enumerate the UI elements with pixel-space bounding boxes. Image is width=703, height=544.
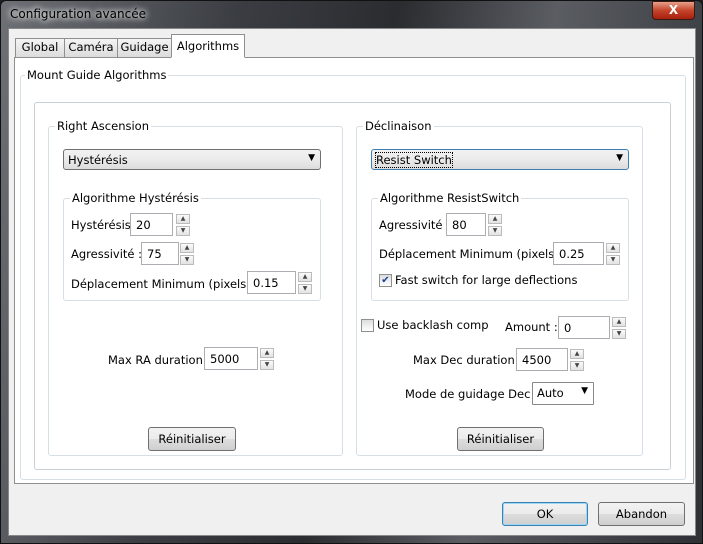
ra-algorithm-value: Hystérésis xyxy=(68,153,128,167)
dec-reset-button[interactable]: Réinitialiser xyxy=(457,427,544,451)
ra-max-label: Max RA duration : xyxy=(108,353,211,367)
backlash-checkbox[interactable] xyxy=(361,319,374,332)
tab-global[interactable]: Global xyxy=(15,38,65,57)
down-arrow-icon[interactable]: ▼ xyxy=(298,284,312,294)
up-arrow-icon[interactable]: ▲ xyxy=(260,348,274,358)
chevron-down-icon: ▼ xyxy=(616,153,623,163)
cancel-button[interactable]: Abandon xyxy=(598,502,685,526)
fast-switch-label: Fast switch for large deflections xyxy=(395,273,578,287)
dec-mode-label: Mode de guidage Dec : xyxy=(405,387,538,401)
amount-input[interactable]: 0 xyxy=(558,316,610,339)
ra-hysteresis-label: Hystérésis : xyxy=(71,218,139,232)
close-button[interactable]: X xyxy=(652,1,695,20)
down-arrow-icon[interactable]: ▼ xyxy=(612,329,626,339)
ra-sub-title: Algorithme Hystérésis xyxy=(70,191,201,205)
ra-title: Right Ascension xyxy=(55,119,151,133)
ra-max-spinner[interactable]: ▲ ▼ xyxy=(260,348,274,370)
down-arrow-icon[interactable]: ▼ xyxy=(260,360,274,370)
dec-mode-value: Auto xyxy=(537,386,564,400)
dec-title: Déclinaison xyxy=(363,119,434,133)
up-arrow-icon[interactable]: ▲ xyxy=(570,349,584,359)
chevron-down-icon: ▼ xyxy=(308,153,315,163)
up-arrow-icon[interactable]: ▲ xyxy=(298,272,312,282)
amount-label: Amount : xyxy=(505,320,558,334)
ra-max-input[interactable]: 5000 xyxy=(204,347,258,370)
chevron-down-icon: ▼ xyxy=(581,386,588,396)
mount-guide-title: Mount Guide Algorithms xyxy=(25,68,169,82)
down-arrow-icon[interactable]: ▼ xyxy=(488,226,502,236)
dec-algorithm-select[interactable]: Resist Switch ▼ xyxy=(371,149,629,170)
dec-sub-title: Algorithme ResistSwitch xyxy=(378,191,522,205)
dec-max-input[interactable]: 4500 xyxy=(516,348,568,371)
ra-aggr-label: Agressivité : xyxy=(71,247,143,261)
dec-min-move-spinner[interactable]: ▲ ▼ xyxy=(606,243,620,265)
up-arrow-icon[interactable]: ▲ xyxy=(180,243,194,253)
window-title: Configuration avancée xyxy=(10,7,146,21)
down-arrow-icon[interactable]: ▼ xyxy=(606,255,620,265)
down-arrow-icon[interactable]: ▼ xyxy=(180,255,194,265)
up-arrow-icon[interactable]: ▲ xyxy=(488,214,502,224)
dec-max-label: Max Dec duration : xyxy=(413,353,523,367)
dec-min-move-label: Déplacement Minimum (pixels) : xyxy=(379,247,567,261)
checkmark-icon: ✔ xyxy=(381,275,390,286)
ok-button[interactable]: OK xyxy=(502,502,588,526)
ra-min-move-label: Déplacement Minimum (pixels) : xyxy=(71,277,259,291)
dec-max-spinner[interactable]: ▲ ▼ xyxy=(570,349,584,371)
ra-hysteresis-input[interactable]: 20 xyxy=(130,213,173,236)
up-arrow-icon[interactable]: ▲ xyxy=(606,243,620,253)
tab-camera[interactable]: Caméra xyxy=(64,38,118,57)
up-arrow-icon[interactable]: ▲ xyxy=(612,317,626,327)
dec-min-move-input[interactable]: 0.25 xyxy=(553,242,604,265)
backlash-label: Use backlash comp xyxy=(377,318,489,332)
ra-min-move-spinner[interactable]: ▲ ▼ xyxy=(298,272,312,294)
up-arrow-icon[interactable]: ▲ xyxy=(176,214,190,224)
ra-min-move-input[interactable]: 0.15 xyxy=(247,271,296,294)
dec-mode-select[interactable]: Auto ▼ xyxy=(532,382,594,405)
ra-hysteresis-spinner[interactable]: ▲ ▼ xyxy=(176,214,190,236)
ra-aggr-input[interactable]: 75 xyxy=(141,242,179,265)
down-arrow-icon[interactable]: ▼ xyxy=(570,361,584,371)
fast-switch-checkbox[interactable]: ✔ xyxy=(379,274,392,287)
dec-aggr-input[interactable]: 80 xyxy=(446,213,486,236)
tab-guidage[interactable]: Guidage xyxy=(117,38,172,57)
ra-aggr-spinner[interactable]: ▲ ▼ xyxy=(180,243,194,265)
ra-reset-button[interactable]: Réinitialiser xyxy=(148,427,236,451)
down-arrow-icon[interactable]: ▼ xyxy=(176,226,190,236)
ra-algorithm-select[interactable]: Hystérésis ▼ xyxy=(63,149,321,170)
dec-algorithm-value: Resist Switch xyxy=(375,152,453,168)
amount-spinner[interactable]: ▲ ▼ xyxy=(612,317,626,339)
dec-aggr-spinner[interactable]: ▲ ▼ xyxy=(488,214,502,236)
tab-algorithms[interactable]: Algorithms xyxy=(171,34,245,58)
dec-aggr-label: Agressivité : xyxy=(379,218,451,232)
